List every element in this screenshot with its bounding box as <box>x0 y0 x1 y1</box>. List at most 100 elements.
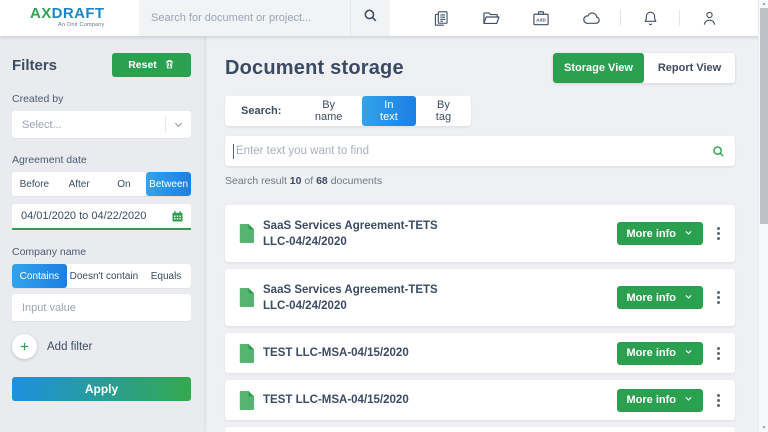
kebab-menu[interactable] <box>714 223 723 244</box>
scrollbar-thumb[interactable] <box>760 8 768 224</box>
more-info-label: More info <box>626 227 677 240</box>
more-info-button[interactable]: More info <box>616 388 703 412</box>
company-doesnt-contain-option[interactable]: Doesn't contain <box>67 264 141 288</box>
global-search <box>139 0 390 36</box>
logo-part-ax: AX <box>30 5 52 22</box>
document-title[interactable]: SaaS Services Agreement-TETS LLC-04/24/2… <box>263 218 438 250</box>
created-by-label: Created by <box>12 93 64 105</box>
document-title-line1: SaaS Services Agreement-TETS <box>263 219 438 232</box>
result-of: of <box>304 175 314 187</box>
folder-icon[interactable] <box>480 7 502 29</box>
window-scrollbar[interactable] <box>758 0 768 432</box>
chevron-down-icon <box>684 394 693 406</box>
kebab-menu[interactable] <box>714 390 723 411</box>
scrollbar-up-arrow[interactable] <box>759 0 768 8</box>
search-mode-tabs: Search: By name In text By tag <box>225 96 471 126</box>
result-suffix: documents <box>330 175 383 187</box>
axdraft-logo[interactable]: AXDRAFT An Onit Company <box>30 5 104 28</box>
header-icon-row: AXD <box>416 0 734 36</box>
header-divider <box>620 10 621 26</box>
user-icon[interactable] <box>698 7 720 29</box>
document-list: SaaS Services Agreement-TETS LLC-04/24/2… <box>225 205 735 432</box>
date-after-option[interactable]: After <box>57 172 102 196</box>
find-text-field <box>225 136 735 166</box>
more-info-label: More info <box>626 291 677 304</box>
document-file-icon <box>239 343 254 363</box>
search-icon <box>362 7 379 29</box>
storage-view-button[interactable]: Storage View <box>553 53 644 83</box>
tab-by-name[interactable]: By name <box>295 96 362 126</box>
date-range-value: 04/01/2020 to 04/22/2020 <box>21 210 147 222</box>
document-file-icon <box>239 288 254 307</box>
document-title-line1: SaaS Services Agreement-TETS <box>263 283 438 296</box>
documents-icon[interactable] <box>430 7 452 29</box>
add-filter-label: Add filter <box>47 340 93 353</box>
logo-subtitle: An Onit Company <box>58 22 105 28</box>
more-info-label: More info <box>626 394 677 406</box>
calendar-icon[interactable] <box>163 209 191 224</box>
search-result-summary: Search result 10 of 68 documents <box>225 175 735 188</box>
top-bar: AXDRAFT An Onit Company AXD <box>0 0 768 36</box>
created-by-select[interactable]: Select... <box>12 111 191 138</box>
tab-by-tag[interactable]: By tag <box>416 96 471 126</box>
document-title-line2: LLC-04/24/2020 <box>263 299 347 312</box>
report-view-button[interactable]: Report View <box>644 53 735 83</box>
more-info-button[interactable]: More info <box>616 286 703 309</box>
agreement-date-mode: Before After On Between <box>12 172 191 196</box>
document-title[interactable]: TEST LLC-MSA-04/15/2020 <box>263 392 409 408</box>
header-divider <box>679 10 680 26</box>
briefcase-axd-icon[interactable]: AXD <box>530 7 552 29</box>
document-title-line2: LLC-04/24/2020 <box>263 235 347 248</box>
document-file-icon <box>239 390 254 410</box>
global-search-button[interactable] <box>350 0 390 36</box>
chevron-down-icon <box>684 347 693 359</box>
reset-label: Reset <box>128 59 157 71</box>
app-window: AXDRAFT An Onit Company AXD <box>0 0 768 432</box>
document-title-line1: TEST LLC-MSA-04/15/2020 <box>263 347 409 359</box>
add-filter-button[interactable]: Add filter <box>12 334 191 359</box>
find-text-input[interactable] <box>234 145 701 157</box>
date-between-option[interactable]: Between <box>146 172 191 196</box>
document-file-icon <box>239 224 254 243</box>
filters-title: Filters <box>12 56 58 74</box>
global-search-input[interactable] <box>139 12 350 24</box>
document-card: TEST LLC-MSA-04/15/2020 More info <box>225 333 735 373</box>
chevron-down-icon <box>684 292 693 304</box>
cloud-icon[interactable] <box>580 7 602 29</box>
apply-filters-button[interactable]: Apply <box>12 377 191 401</box>
document-title[interactable]: TEST LLC-MSA-04/15/2020 <box>263 345 409 361</box>
bell-icon[interactable] <box>639 7 661 29</box>
view-toggle: Storage View Report View <box>553 53 735 83</box>
document-card: TEST LLC-MSA-04/15/2020 More info <box>225 380 735 420</box>
document-card: SaaS Services Agreement-TETS LLC-04/24/2… <box>225 269 735 326</box>
search-icon-green[interactable] <box>701 144 735 159</box>
date-before-option[interactable]: Before <box>12 172 57 196</box>
plus-icon[interactable] <box>12 334 37 359</box>
kebab-menu[interactable] <box>714 287 723 308</box>
more-info-button[interactable]: More info <box>616 222 703 245</box>
date-range-field[interactable]: 04/01/2020 to 04/22/2020 <box>12 204 191 230</box>
page-title: Document storage <box>225 56 404 79</box>
tab-in-text[interactable]: In text <box>361 96 416 126</box>
logo-part-draft: DRAFT <box>51 5 105 22</box>
document-card: SaaS Services Agreement-TETS LLC-04/24/2… <box>225 205 735 262</box>
result-total-count: 68 <box>316 175 328 187</box>
result-prefix: Search result <box>225 175 287 187</box>
company-equals-option[interactable]: Equals <box>141 264 191 288</box>
result-shown-count: 10 <box>289 175 302 187</box>
more-info-button[interactable]: More info <box>616 341 703 365</box>
reset-filters-button[interactable]: Reset <box>112 53 191 77</box>
document-title[interactable]: SaaS Services Agreement-TETS LLC-04/24/2… <box>263 282 438 314</box>
logo-wordmark: AXDRAFT <box>30 5 104 22</box>
document-title-line1: TEST LLC-MSA-04/15/2020 <box>263 394 409 406</box>
chevron-down-icon <box>684 228 693 240</box>
agreement-date-label: Agreement date <box>12 154 87 166</box>
company-contains-option[interactable]: Contains <box>12 264 67 288</box>
company-name-input[interactable] <box>12 301 191 314</box>
document-card-partial <box>225 427 735 432</box>
document-storage-panel: Document storage Storage View Report Vie… <box>204 36 768 432</box>
kebab-menu[interactable] <box>714 343 723 364</box>
briefcase-label: AXD <box>536 17 546 22</box>
scrollbar-down-arrow[interactable] <box>759 424 768 432</box>
date-on-option[interactable]: On <box>102 172 147 196</box>
